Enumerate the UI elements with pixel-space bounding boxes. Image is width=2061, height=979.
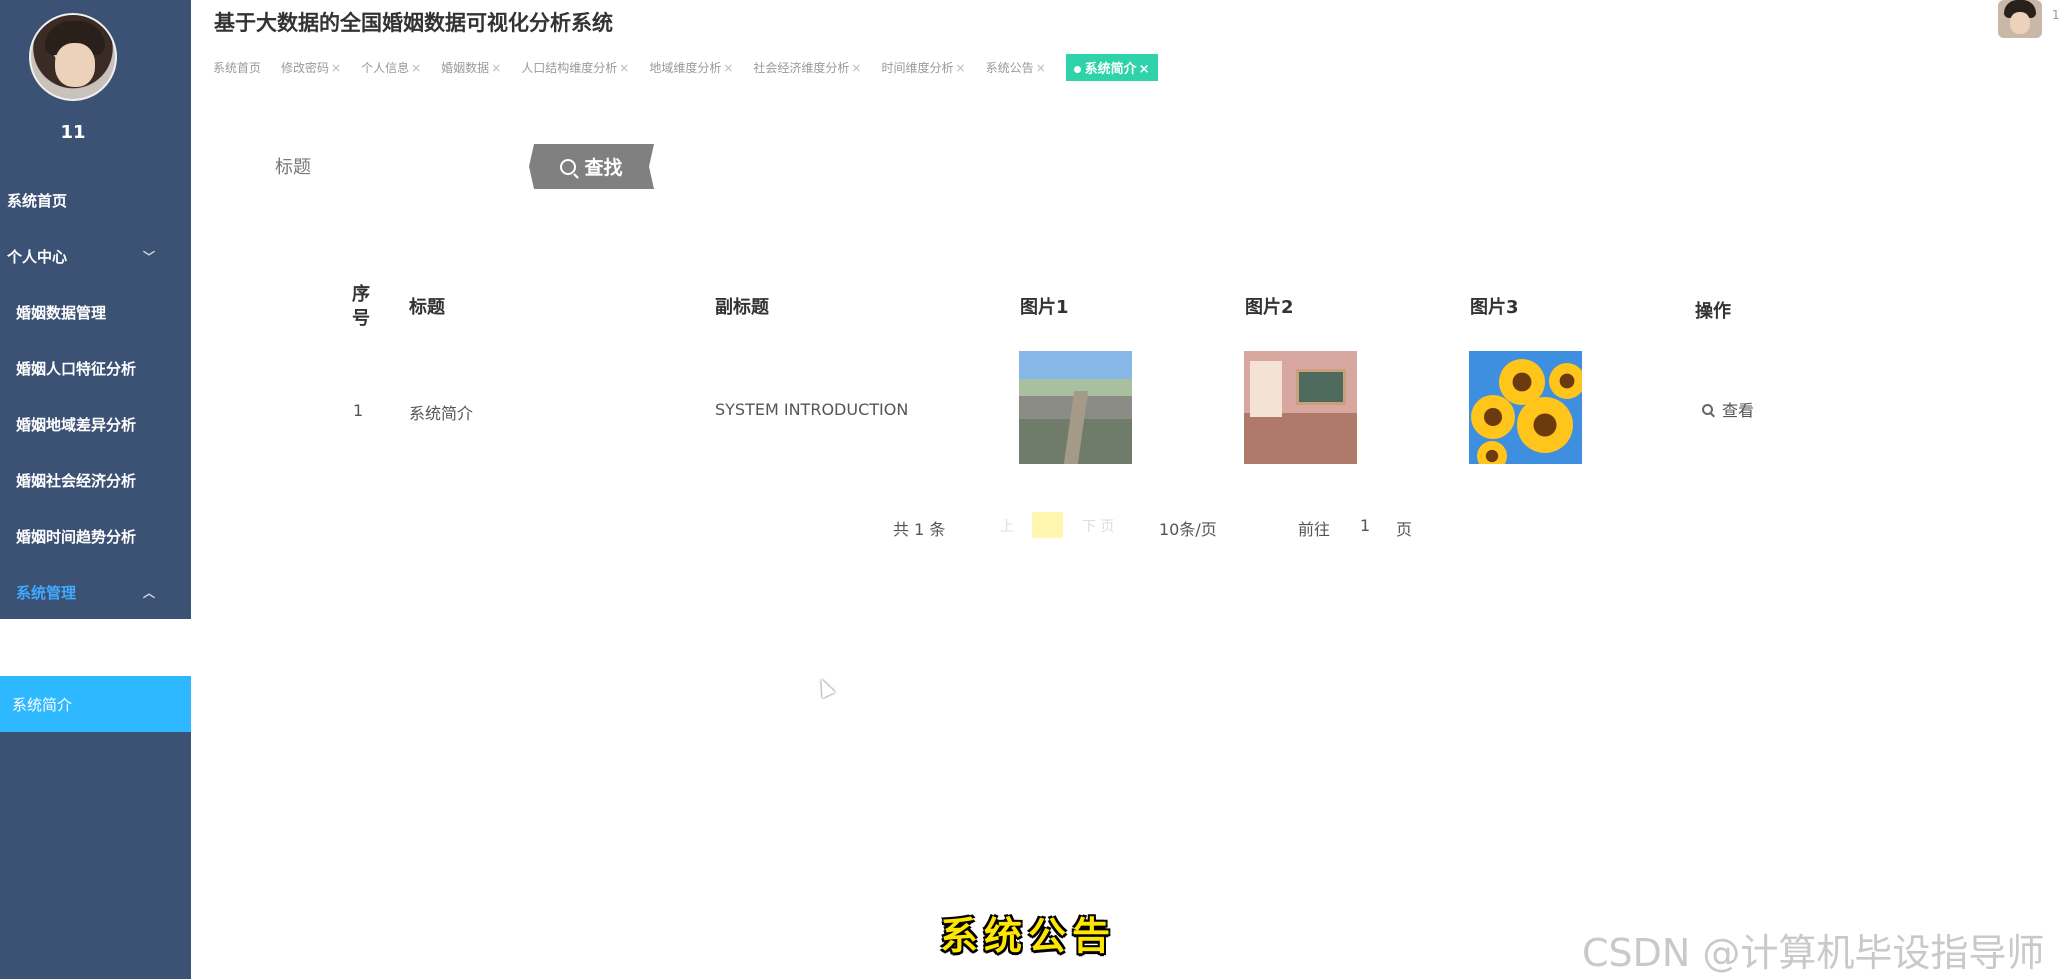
row-subtitle: SYSTEM INTRODUCTION [715,400,909,419]
close-icon[interactable]: × [956,61,966,75]
close-icon[interactable]: × [1139,62,1150,77]
sidebar-item-label: 婚姻数据管理 [16,303,107,322]
pagination-total: 共 1 条 [893,520,946,539]
tab-label: 时间维度分析 [881,60,954,75]
pagination-current-page[interactable]: 1 [1032,512,1063,538]
close-icon[interactable]: × [851,61,861,75]
sidebar-item-population-analysis[interactable]: 婚姻人口特征分析 [0,340,191,396]
tab-personal-info[interactable]: 个人信息 × [361,59,421,76]
view-button-label: 查看 [1722,401,1755,420]
header-user-label: 1 [2052,8,2060,22]
sidebar-item-home[interactable]: 系统首页 [0,172,191,228]
header-avatar[interactable] [1998,0,2042,38]
sidebar-item-label: 个人中心 [7,247,68,266]
sidebar-item-region-analysis[interactable]: 婚姻地域差异分析 [0,396,191,452]
sidebar-item-label: 婚姻地域差异分析 [16,415,137,434]
search-label: 标题 [275,157,311,178]
tab-label: 系统首页 [213,60,262,75]
search-input[interactable] [340,147,520,183]
video-caption: 系统公告 [940,913,1117,958]
tab-change-password[interactable]: 修改密码 × [281,59,341,76]
chevron-up-icon: ︿ [143,585,156,600]
chevron-down-icon: ﹀ [143,249,156,264]
search-button[interactable]: 查找 [529,144,654,189]
sidebar-item-system-intro[interactable]: 系统简介 [0,676,191,732]
sidebar-item-label: 系统管理 [16,583,77,602]
sidebar-item-time-analysis[interactable]: 婚姻时间趋势分析 [0,508,191,564]
sidebar-item-system-management[interactable]: 系统管理 ︿ [0,564,191,620]
sidebar-item-marriage-data[interactable]: 婚姻数据管理 [0,284,191,340]
tab-label: 社会经济维度分析 [753,60,850,75]
column-header-img2: 图片2 [1245,297,1294,318]
tab-system-intro[interactable]: 系统简介 × [1065,53,1158,81]
watermark: CSDN @计算机毕设指导师 [1582,931,2045,975]
tab-label: 个人信息 [361,60,410,75]
sidebar-item-label: 系统首页 [7,191,68,210]
pagination-next-button[interactable]: 下 页 [1082,516,1114,536]
sidebar-item-economy-analysis[interactable]: 婚姻社会经济分析 [0,452,191,508]
sidebar-item-label: 系统简介 [12,695,73,714]
tab-label: 地域维度分析 [649,60,722,75]
tab-label: 婚姻数据 [441,60,490,75]
tab-socio-economic[interactable]: 社会经济维度分析 × [753,59,861,76]
close-icon[interactable]: × [1036,61,1046,75]
tab-time[interactable]: 时间维度分析 × [881,59,965,76]
close-icon[interactable]: × [723,61,733,75]
pagination-size-select[interactable]: 10条/页 [1159,516,1217,540]
close-icon[interactable]: × [331,61,341,75]
tab-announcement[interactable]: 系统公告 × [986,59,1046,76]
search-icon [560,158,577,175]
pagination-page-unit: 页 [1396,520,1413,539]
sidebar-item-label: 婚姻人口特征分析 [16,359,137,378]
search-icon [1702,403,1713,415]
username: 11 [60,122,86,143]
tab-label: 人口结构维度分析 [521,60,618,75]
tab-label: 系统简介 [1084,61,1137,77]
tab-bar: 系统首页 修改密码 × 个人信息 × 婚姻数据 × 人口结构维度分析 × 地域维度分析 ×… [213,53,1158,81]
sidebar-item-label: 婚姻社会经济分析 [16,471,137,490]
column-header-action: 操作 [1695,301,1731,322]
column-header-img3: 图片3 [1470,297,1519,318]
search-button-label: 查找 [584,157,623,179]
row-image-1[interactable] [1019,351,1132,464]
row-image-3[interactable] [1469,351,1582,464]
row-image-2[interactable] [1244,351,1357,464]
mouse-cursor-icon [814,675,836,699]
pagination-prev-button[interactable]: 上 [1000,516,1014,536]
active-dot-icon [1073,65,1081,73]
close-icon[interactable]: × [619,61,629,75]
sidebar: 11 系统首页 个人中心 ﹀ 婚姻数据管理 婚姻人口特征分析 婚姻地域差异分析 … [0,0,191,979]
view-button[interactable]: 查看 [1702,397,1754,421]
tab-population-structure[interactable]: 人口结构维度分析 × [521,59,629,76]
column-header-no: 序号 [352,284,370,329]
pagination-goto-label: 前往 [1298,520,1331,539]
user-avatar [29,13,117,101]
row-no: 1 [353,401,364,420]
column-header-subtitle: 副标题 [715,297,769,318]
column-header-title: 标题 [409,297,445,318]
pagination-goto-input[interactable]: 1 [1360,516,1370,535]
tab-label: 系统公告 [985,60,1034,75]
tab-region[interactable]: 地域维度分析 × [649,59,733,76]
close-icon[interactable]: × [411,61,421,75]
tab-marriage-data[interactable]: 婚姻数据 × [441,59,501,76]
sidebar-item-personal-center[interactable]: 个人中心 ﹀ [0,228,191,284]
sidebar-item-label: 婚姻时间趋势分析 [16,527,137,546]
close-icon[interactable]: × [491,61,501,75]
row-title: 系统简介 [409,404,474,423]
app-title: 基于大数据的全国婚姻数据可视化分析系统 [214,11,613,35]
tab-label: 修改密码 [281,60,330,75]
column-header-img1: 图片1 [1020,297,1069,318]
tab-home[interactable]: 系统首页 [213,59,261,76]
submenu-gap [0,619,191,676]
